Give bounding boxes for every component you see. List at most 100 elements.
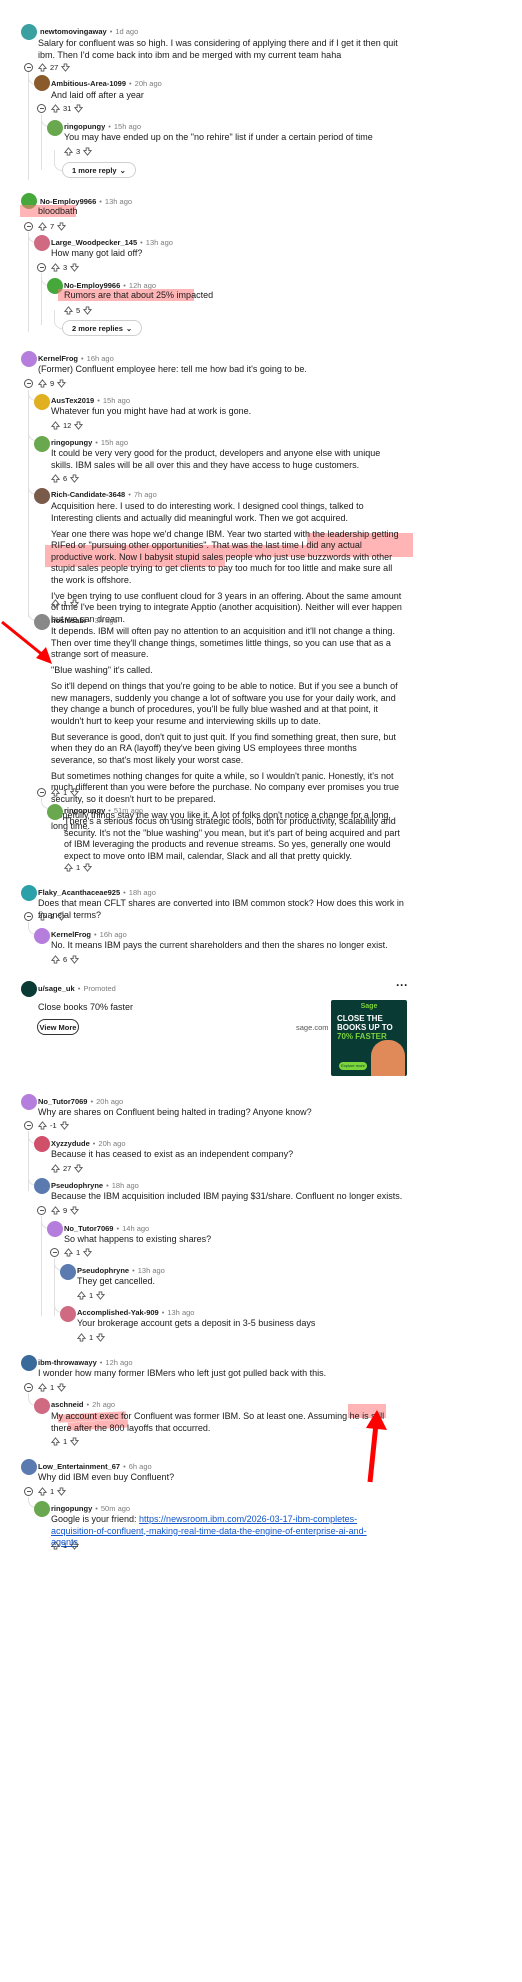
avatar[interactable] (21, 351, 37, 367)
collapse-icon[interactable] (37, 263, 46, 272)
avatar[interactable] (47, 1221, 63, 1237)
downvote-icon[interactable] (70, 1436, 80, 1446)
upvote-icon[interactable] (38, 1382, 47, 1392)
upvote-icon[interactable] (77, 1332, 86, 1342)
username[interactable]: Xyzzydude (51, 1139, 90, 1148)
downvote-icon[interactable] (83, 305, 93, 315)
avatar[interactable] (34, 928, 50, 944)
collapse-icon[interactable] (24, 1121, 33, 1130)
collapse-icon[interactable] (37, 1206, 46, 1215)
view-more-button[interactable]: View More (37, 1019, 79, 1035)
collapse-icon[interactable] (24, 1383, 33, 1392)
username[interactable]: KernelFrog (38, 354, 78, 363)
downvote-icon[interactable] (70, 473, 80, 483)
upvote-icon[interactable] (51, 103, 60, 113)
avatar[interactable] (21, 24, 37, 40)
avatar[interactable] (60, 1306, 76, 1322)
upvote-icon[interactable] (77, 1290, 86, 1300)
avatar[interactable] (34, 394, 50, 410)
more-options-icon[interactable]: ··· (396, 978, 408, 992)
avatar[interactable] (34, 1398, 50, 1414)
username[interactable]: ringopungy (51, 438, 92, 447)
avatar[interactable] (47, 804, 63, 820)
avatar[interactable] (34, 488, 50, 504)
username[interactable]: newtomovingaway (40, 27, 107, 36)
username[interactable]: No_Tutor7069 (64, 1224, 113, 1233)
username[interactable]: AusTex2019 (51, 396, 94, 405)
avatar[interactable] (21, 885, 37, 901)
upvote-icon[interactable] (51, 954, 60, 964)
username[interactable]: Accomplished-Yak-909 (77, 1308, 159, 1317)
upvote-icon[interactable] (51, 787, 60, 797)
avatar[interactable] (34, 1136, 50, 1152)
downvote-icon[interactable] (70, 1540, 80, 1550)
avatar[interactable] (34, 1501, 50, 1517)
downvote-icon[interactable] (74, 1163, 84, 1173)
more-replies-button[interactable]: 1 more reply ⌄ (62, 162, 136, 178)
avatar[interactable] (34, 235, 50, 251)
username[interactable]: Pseudophryne (77, 1266, 129, 1275)
upvote-icon[interactable] (38, 221, 47, 231)
username[interactable]: Rich-Candidate-3648 (51, 490, 125, 499)
downvote-icon[interactable] (74, 103, 84, 113)
downvote-icon[interactable] (57, 1486, 67, 1496)
upvote-icon[interactable] (38, 62, 47, 72)
upvote-icon[interactable] (38, 1120, 47, 1130)
avatar[interactable] (34, 75, 50, 91)
upvote-icon[interactable] (51, 1436, 60, 1446)
upvote-icon[interactable] (38, 378, 47, 388)
downvote-icon[interactable] (96, 1290, 106, 1300)
downvote-icon[interactable] (57, 221, 67, 231)
avatar[interactable] (47, 120, 63, 136)
collapse-icon[interactable] (37, 788, 46, 797)
ad-username[interactable]: u/sage_uk (38, 984, 75, 993)
upvote-icon[interactable] (51, 1163, 60, 1173)
ad-cta[interactable]: Explore more (339, 1062, 367, 1070)
username[interactable]: Flaky_Acanthaceae925 (38, 888, 120, 897)
downvote-icon[interactable] (57, 1382, 67, 1392)
downvote-icon[interactable] (57, 378, 67, 388)
downvote-icon[interactable] (59, 1120, 69, 1130)
ad-domain[interactable]: sage.com (296, 1023, 329, 1032)
collapse-icon[interactable] (24, 379, 33, 388)
upvote-icon[interactable] (51, 473, 60, 483)
upvote-icon[interactable] (64, 305, 73, 315)
username[interactable]: Ambitious-Area-1099 (51, 79, 126, 88)
username[interactable]: KernelFrog (51, 930, 91, 939)
avatar[interactable] (60, 1264, 76, 1280)
downvote-icon[interactable] (57, 911, 67, 921)
downvote-icon[interactable] (70, 954, 80, 964)
upvote-icon[interactable] (64, 146, 73, 156)
avatar[interactable] (21, 1094, 37, 1110)
more-replies-button[interactable]: 2 more replies ⌄ (62, 320, 143, 336)
collapse-icon[interactable] (37, 104, 46, 113)
downvote-icon[interactable] (83, 862, 93, 872)
username[interactable]: Large_Woodpecker_145 (51, 238, 137, 247)
username[interactable]: aschneid (51, 1400, 84, 1409)
username[interactable]: No_Tutor7069 (38, 1097, 87, 1106)
downvote-icon[interactable] (74, 420, 84, 430)
username[interactable]: ibm-throwawayy (38, 1358, 97, 1367)
upvote-icon[interactable] (51, 598, 60, 608)
avatar[interactable] (34, 436, 50, 452)
collapse-icon[interactable] (24, 1487, 33, 1496)
username[interactable]: ringopungy (51, 1504, 92, 1513)
downvote-icon[interactable] (96, 1332, 106, 1342)
downvote-icon[interactable] (83, 1247, 93, 1257)
ad-avatar[interactable] (21, 981, 37, 997)
collapse-icon[interactable] (24, 222, 33, 231)
downvote-icon[interactable] (70, 787, 80, 797)
downvote-icon[interactable] (61, 62, 71, 72)
upvote-icon[interactable] (64, 1247, 73, 1257)
collapse-icon[interactable] (24, 912, 33, 921)
avatar[interactable] (21, 1459, 37, 1475)
username[interactable]: ringopungy (64, 806, 105, 815)
downvote-icon[interactable] (70, 262, 80, 272)
downvote-icon[interactable] (83, 146, 93, 156)
upvote-icon[interactable] (51, 1540, 60, 1550)
username[interactable]: Pseudophryne (51, 1181, 103, 1190)
upvote-icon[interactable] (51, 420, 60, 430)
avatar[interactable] (21, 1355, 37, 1371)
upvote-icon[interactable] (64, 862, 73, 872)
upvote-icon[interactable] (51, 1205, 60, 1215)
